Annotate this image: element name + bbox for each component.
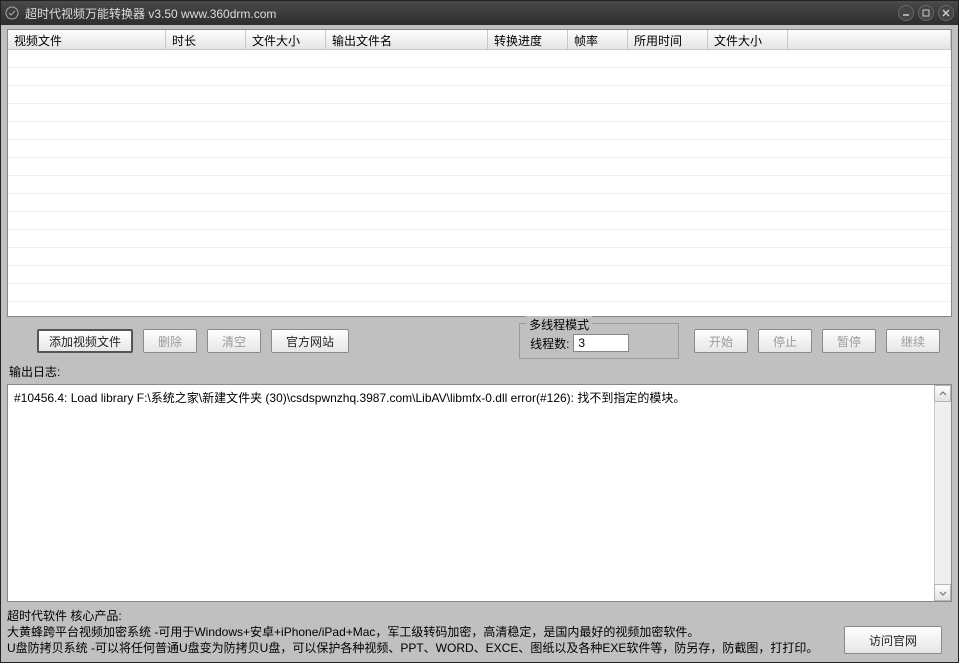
table-row — [8, 176, 951, 194]
resume-button[interactable]: 继续 — [886, 329, 940, 353]
content-area: 视频文件 时长 文件大小 输出文件名 转换进度 帧率 所用时间 文件大小 添加视… — [1, 25, 958, 662]
table-row — [8, 266, 951, 284]
thread-count-input[interactable] — [573, 334, 629, 352]
log-label: 输出日志: — [7, 363, 952, 380]
clear-button[interactable]: 清空 — [207, 329, 261, 353]
thread-group: 多线程模式 线程数: — [519, 323, 679, 359]
maximize-button[interactable] — [918, 5, 934, 21]
log-line: #10456.4: Load library F:\系统之家\新建文件夹 (30… — [14, 389, 945, 406]
footer: 超时代软件 核心产品: 大黄蜂跨平台视频加密系统 -可用于Windows+安卓+… — [7, 606, 952, 656]
window-controls — [898, 5, 954, 21]
visit-site-button[interactable]: 访问官网 — [844, 626, 942, 654]
file-table[interactable]: 视频文件 时长 文件大小 输出文件名 转换进度 帧率 所用时间 文件大小 — [7, 29, 952, 317]
table-row — [8, 194, 951, 212]
table-row — [8, 158, 951, 176]
start-button[interactable]: 开始 — [694, 329, 748, 353]
app-window: 超时代视频万能转换器 v3.50 www.360drm.com 视频文件 时长 … — [0, 0, 959, 663]
table-header: 视频文件 时长 文件大小 输出文件名 转换进度 帧率 所用时间 文件大小 — [8, 30, 951, 50]
col-fps[interactable]: 帧率 — [568, 30, 628, 50]
window-title: 超时代视频万能转换器 v3.50 www.360drm.com — [25, 5, 898, 22]
official-site-button[interactable]: 官方网站 — [271, 329, 349, 353]
col-spacer[interactable] — [788, 30, 951, 50]
footer-line-2: 大黄蜂跨平台视频加密系统 -可用于Windows+安卓+iPhone/iPad+… — [7, 624, 836, 640]
footer-text: 超时代软件 核心产品: 大黄蜂跨平台视频加密系统 -可用于Windows+安卓+… — [7, 608, 836, 656]
add-video-button[interactable]: 添加视频文件 — [37, 329, 133, 353]
table-row — [8, 50, 951, 68]
scrollbar[interactable] — [934, 385, 951, 601]
table-row — [8, 284, 951, 302]
titlebar[interactable]: 超时代视频万能转换器 v3.50 www.360drm.com — [1, 1, 958, 25]
col-elapsed[interactable]: 所用时间 — [628, 30, 708, 50]
table-row — [8, 230, 951, 248]
col-duration[interactable]: 时长 — [166, 30, 246, 50]
table-row — [8, 68, 951, 86]
table-row — [8, 86, 951, 104]
delete-button[interactable]: 删除 — [143, 329, 197, 353]
minimize-button[interactable] — [898, 5, 914, 21]
thread-label: 线程数: — [530, 335, 569, 352]
col-video-file[interactable]: 视频文件 — [8, 30, 166, 50]
log-output[interactable]: #10456.4: Load library F:\系统之家\新建文件夹 (30… — [7, 384, 952, 602]
close-button[interactable] — [938, 5, 954, 21]
pause-button[interactable]: 暂停 — [822, 329, 876, 353]
table-row — [8, 212, 951, 230]
col-file-size[interactable]: 文件大小 — [246, 30, 326, 50]
footer-line-3: U盘防拷贝系统 -可以将任何普通U盘变为防拷贝U盘，可以保护各种视频、PPT、W… — [7, 640, 836, 656]
action-row: 添加视频文件 删除 清空 官方网站 多线程模式 线程数: 开始 停止 暂停 继续 — [7, 321, 952, 359]
footer-line-1: 超时代软件 核心产品: — [7, 608, 836, 624]
table-row — [8, 104, 951, 122]
scroll-up-button[interactable] — [934, 385, 951, 402]
table-body[interactable] — [8, 50, 951, 316]
table-row — [8, 140, 951, 158]
table-row — [8, 122, 951, 140]
col-out-size[interactable]: 文件大小 — [708, 30, 788, 50]
stop-button[interactable]: 停止 — [758, 329, 812, 353]
col-output-name[interactable]: 输出文件名 — [326, 30, 488, 50]
scroll-down-button[interactable] — [934, 584, 951, 601]
col-progress[interactable]: 转换进度 — [488, 30, 568, 50]
app-icon — [5, 6, 19, 20]
table-row — [8, 248, 951, 266]
control-buttons: 开始 停止 暂停 继续 — [694, 329, 940, 353]
thread-legend: 多线程模式 — [526, 316, 592, 333]
